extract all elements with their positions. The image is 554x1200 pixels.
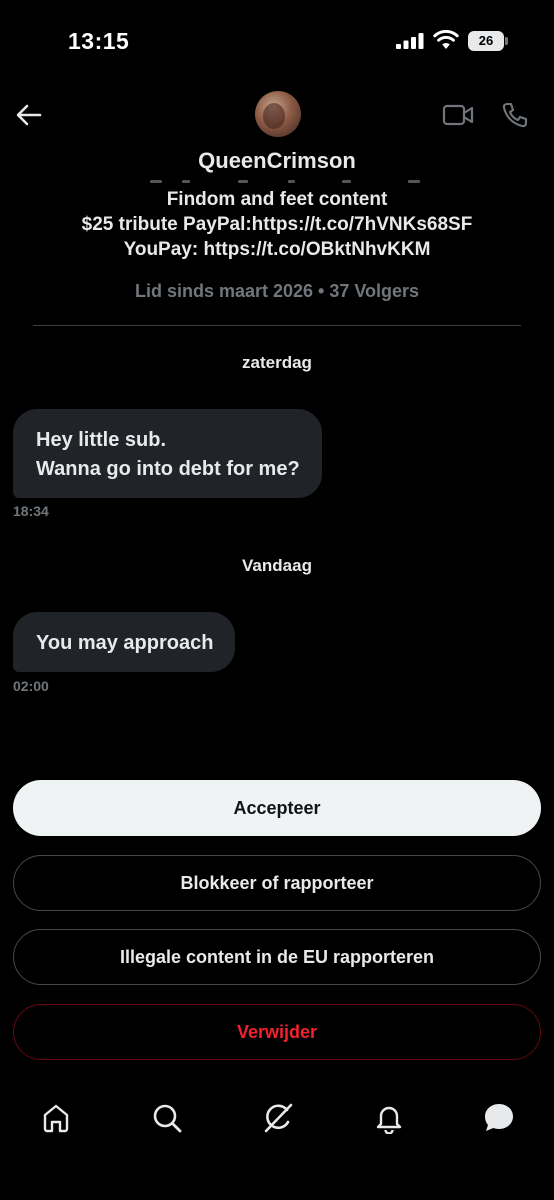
bottom-nav [0,1080,554,1154]
notifications-icon [376,1106,402,1134]
nav-grok[interactable] [258,1098,298,1138]
back-button[interactable] [12,98,46,132]
message-bubble[interactable]: You may approach [13,612,236,672]
nav-notifications[interactable] [369,1098,409,1138]
header-divider [33,325,521,326]
status-time: 13:15 [68,28,130,54]
accept-button[interactable]: Accepteer [13,780,541,836]
wifi-icon [433,30,459,49]
report-eu-illegal-content-button[interactable]: Illegale content in de EU rapporteren [13,929,541,985]
bio-line[interactable]: $25 tribute PayPal:https://t.co/7hVNKs68… [0,212,554,237]
block-or-report-button[interactable]: Blokkeer of rapporteer [13,855,541,911]
cellular-signal-icon [396,33,424,49]
battery-icon: 26 [468,31,508,51]
home-icon [43,1104,69,1133]
battery-tip [505,37,508,45]
message-text: Wanna go into debt for me? [36,458,300,480]
message-text: Hey little sub. [36,429,167,451]
bio-divider-marks [150,180,420,184]
message-bubble[interactable]: Hey little sub. Wanna go into debt for m… [13,409,322,498]
nav-home[interactable] [36,1098,76,1138]
battery-level: 26 [468,31,504,51]
video-camera-icon [442,104,474,126]
delete-button[interactable]: Verwijder [13,1004,541,1060]
day-separator: zaterdag [242,353,312,372]
message-text: You may approach [36,632,214,654]
phone-icon [502,102,528,128]
bio-line[interactable]: YouPay: https://t.co/OBktNhvKKM [0,237,554,262]
avatar[interactable] [255,91,301,137]
bio-line: Findom and feet content [166,189,388,210]
grok-icon [264,1103,293,1133]
video-call-button[interactable] [440,99,476,131]
profile-meta: Lid sinds maart 2026 • 37 Volgers [134,281,420,301]
nav-search[interactable] [147,1098,187,1138]
day-separator: Vandaag [242,556,312,575]
message-timestamp: 18:34 [13,503,49,519]
messages-icon [485,1104,513,1131]
status-bar: 13:15 26 [0,0,554,84]
message-timestamp: 02:00 [13,678,49,694]
profile-username[interactable]: QueenCrimson [0,148,554,174]
arrow-left-icon [16,104,42,126]
profile-bio: Findom and feet content $25 tribute PayP… [0,187,554,262]
search-icon [153,1104,182,1133]
voice-call-button[interactable] [498,99,532,131]
nav-messages[interactable] [479,1098,519,1138]
